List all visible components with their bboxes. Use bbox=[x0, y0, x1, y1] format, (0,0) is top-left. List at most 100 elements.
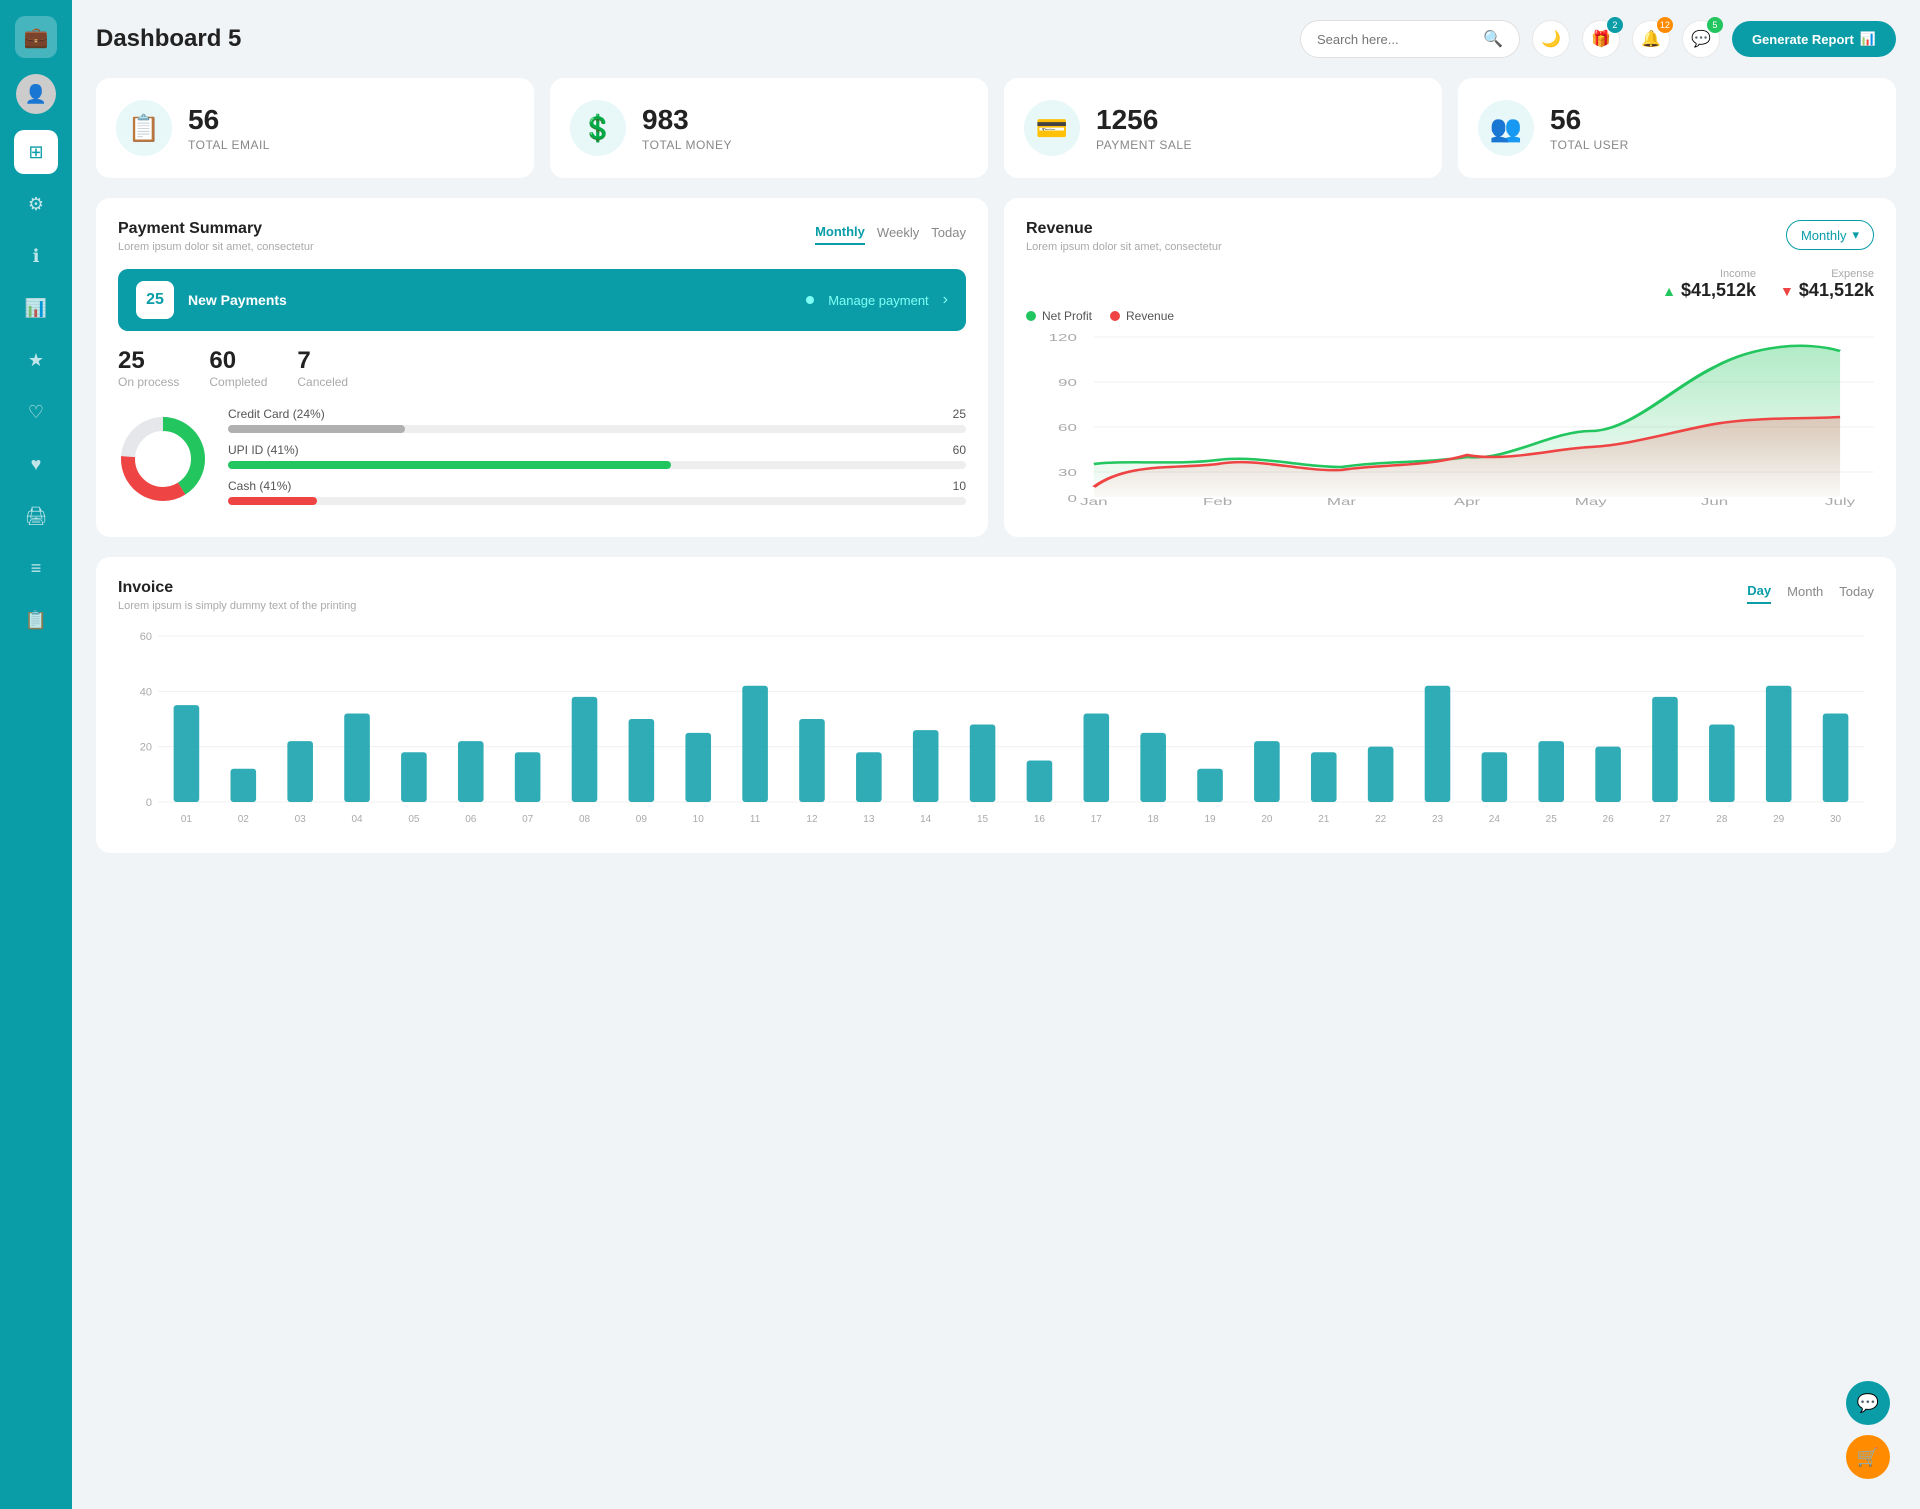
svg-text:Jun: Jun bbox=[1701, 496, 1728, 507]
tab-day[interactable]: Day bbox=[1747, 579, 1771, 604]
sidebar-item-info[interactable]: ℹ bbox=[14, 234, 58, 278]
svg-text:Feb: Feb bbox=[1203, 496, 1233, 507]
chat-icon-btn[interactable]: 💬 5 bbox=[1682, 20, 1720, 58]
svg-text:23: 23 bbox=[1432, 814, 1444, 825]
cash-count: 10 bbox=[953, 479, 966, 493]
float-cart-button[interactable]: 🛒 bbox=[1846, 1435, 1890, 1479]
sidebar-item-menu[interactable]: ≡ bbox=[14, 546, 58, 590]
income-label: Income bbox=[1662, 268, 1756, 280]
svg-text:22: 22 bbox=[1375, 814, 1387, 825]
revenue-area bbox=[1094, 417, 1840, 497]
svg-text:20: 20 bbox=[140, 742, 152, 754]
manage-payment-link[interactable]: Manage payment bbox=[828, 293, 928, 308]
money-icon: 💲 bbox=[570, 100, 626, 156]
upi-label: UPI ID (41%) bbox=[228, 443, 299, 457]
middle-row: Payment Summary Lorem ipsum dolor sit am… bbox=[96, 198, 1896, 537]
svg-text:01: 01 bbox=[181, 814, 193, 825]
sidebar-item-printer[interactable]: 🖨 bbox=[14, 494, 58, 538]
cash-bar bbox=[228, 497, 317, 505]
credit-card-count: 25 bbox=[953, 407, 966, 421]
sidebar-item-chart[interactable]: 📊 bbox=[14, 286, 58, 330]
income-amount: $41,512k bbox=[1681, 280, 1756, 300]
tab-today[interactable]: Today bbox=[931, 220, 966, 245]
expense-label: Expense bbox=[1780, 268, 1874, 280]
bell-badge: 12 bbox=[1657, 17, 1673, 33]
invoice-title: Invoice bbox=[118, 579, 356, 597]
sidebar: 💼 👤 ⊞ ⚙ ℹ 📊 ★ ♡ ♥ 🖨 ≡ 📋 bbox=[0, 0, 72, 1509]
new-payments-dot bbox=[806, 296, 814, 304]
on-process-label: On process bbox=[118, 375, 179, 389]
avatar[interactable]: 👤 bbox=[16, 74, 56, 114]
tab-monthly[interactable]: Monthly bbox=[815, 220, 865, 245]
tab-today-invoice[interactable]: Today bbox=[1839, 579, 1874, 604]
svg-text:0: 0 bbox=[1067, 493, 1077, 504]
payment-value: 1256 bbox=[1096, 104, 1192, 136]
gift-icon-btn[interactable]: 🎁 2 bbox=[1582, 20, 1620, 58]
bell-icon-btn[interactable]: 🔔 12 bbox=[1632, 20, 1670, 58]
expense-amount: $41,512k bbox=[1799, 280, 1874, 300]
user-label: TOTAL USER bbox=[1550, 138, 1629, 152]
svg-text:18: 18 bbox=[1148, 814, 1160, 825]
invoice-subtitle: Lorem ipsum is simply dummy text of the … bbox=[118, 600, 356, 612]
chat-icon: 💬 bbox=[1691, 29, 1711, 49]
sidebar-item-heart-outline[interactable]: ♡ bbox=[14, 390, 58, 434]
svg-text:21: 21 bbox=[1318, 814, 1330, 825]
payment-label: PAYMENT SALE bbox=[1096, 138, 1192, 152]
search-icon: 🔍 bbox=[1483, 29, 1503, 49]
main-content: Dashboard 5 🔍 🌙 🎁 2 🔔 12 💬 5 Gen bbox=[72, 0, 1920, 1509]
search-input[interactable] bbox=[1317, 32, 1475, 47]
new-payments-label: New Payments bbox=[188, 292, 786, 308]
chat-badge: 5 bbox=[1707, 17, 1723, 33]
tab-month[interactable]: Month bbox=[1787, 579, 1823, 604]
stat-canceled: 7 Canceled bbox=[297, 347, 348, 389]
payment-bottom: Credit Card (24%) 25 UPI ID (41%) 60 bbox=[118, 407, 966, 515]
stat-card-money: 💲 983 TOTAL MONEY bbox=[550, 78, 988, 178]
payment-icon: 💳 bbox=[1024, 100, 1080, 156]
sidebar-item-settings[interactable]: ⚙ bbox=[14, 182, 58, 226]
revenue-monthly-dropdown[interactable]: Monthly ▾ bbox=[1786, 220, 1874, 250]
svg-text:20: 20 bbox=[1261, 814, 1273, 825]
moon-icon-btn[interactable]: 🌙 bbox=[1532, 20, 1570, 58]
sidebar-item-dashboard[interactable]: ⊞ bbox=[14, 130, 58, 174]
legend-revenue: Revenue bbox=[1110, 309, 1174, 323]
expense-item: Expense ▼ $41,512k bbox=[1780, 268, 1874, 301]
progress-list: Credit Card (24%) 25 UPI ID (41%) 60 bbox=[228, 407, 966, 515]
sidebar-item-list[interactable]: 📋 bbox=[14, 598, 58, 642]
monthly-label: Monthly bbox=[1801, 228, 1847, 243]
generate-report-button[interactable]: Generate Report 📊 bbox=[1732, 21, 1896, 57]
svg-text:60: 60 bbox=[140, 631, 152, 643]
credit-card-label: Credit Card (24%) bbox=[228, 407, 325, 421]
legend-net-profit-label: Net Profit bbox=[1042, 309, 1092, 323]
payment-summary-card: Payment Summary Lorem ipsum dolor sit am… bbox=[96, 198, 988, 537]
svg-text:03: 03 bbox=[295, 814, 307, 825]
new-payments-bar: 25 New Payments Manage payment › bbox=[118, 269, 966, 331]
svg-text:30: 30 bbox=[1830, 814, 1842, 825]
revenue-legend: Net Profit Revenue bbox=[1026, 309, 1874, 323]
svg-text:29: 29 bbox=[1773, 814, 1785, 825]
tab-weekly[interactable]: Weekly bbox=[877, 220, 919, 245]
sidebar-item-heart-filled[interactable]: ♥ bbox=[14, 442, 58, 486]
email-value: 56 bbox=[188, 104, 270, 136]
payment-stats-row: 25 On process 60 Completed 7 Canceled bbox=[118, 347, 966, 389]
stat-on-process: 25 On process bbox=[118, 347, 179, 389]
completed-value: 60 bbox=[209, 347, 267, 375]
revenue-chart: 120 90 60 30 0 bbox=[1026, 327, 1874, 507]
cash-label: Cash (41%) bbox=[228, 479, 291, 493]
float-chat-button[interactable]: 💬 bbox=[1846, 1381, 1890, 1425]
revenue-subtitle: Lorem ipsum dolor sit amet, consectetur bbox=[1026, 241, 1222, 253]
svg-text:28: 28 bbox=[1716, 814, 1728, 825]
stat-card-user: 👥 56 TOTAL USER bbox=[1458, 78, 1896, 178]
legend-net-profit: Net Profit bbox=[1026, 309, 1092, 323]
email-icon: 📋 bbox=[116, 100, 172, 156]
progress-upi: UPI ID (41%) 60 bbox=[228, 443, 966, 469]
svg-text:120: 120 bbox=[1049, 332, 1078, 343]
on-process-value: 25 bbox=[118, 347, 179, 375]
stat-completed: 60 Completed bbox=[209, 347, 267, 389]
svg-text:25: 25 bbox=[1546, 814, 1558, 825]
completed-label: Completed bbox=[209, 375, 267, 389]
floating-buttons: 💬 🛒 bbox=[1846, 1381, 1890, 1479]
search-box[interactable]: 🔍 bbox=[1300, 20, 1520, 58]
legend-revenue-label: Revenue bbox=[1126, 309, 1174, 323]
sidebar-item-star[interactable]: ★ bbox=[14, 338, 58, 382]
revenue-card: Revenue Lorem ipsum dolor sit amet, cons… bbox=[1004, 198, 1896, 537]
